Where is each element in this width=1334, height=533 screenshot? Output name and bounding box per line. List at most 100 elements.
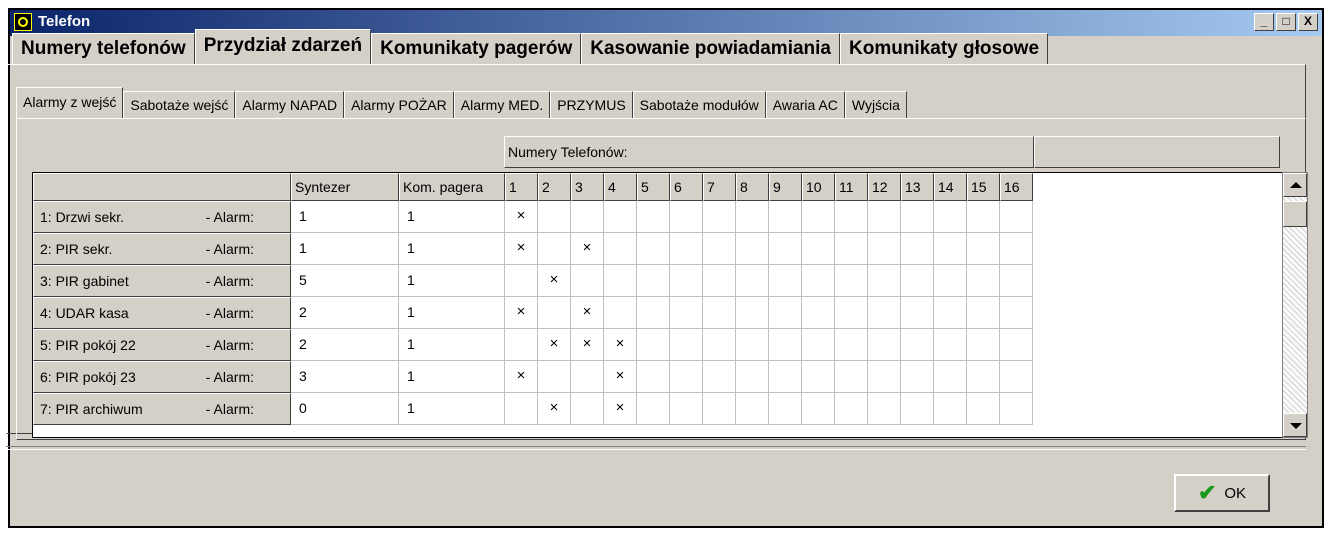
cell-phone-9[interactable] [769,329,802,361]
cell-phone-11[interactable] [835,201,868,233]
cell-phone-7[interactable] [703,329,736,361]
events-grid[interactable]: Syntezer Kom. pagera 1 2 3 4 5 6 7 8 9 10 11 12 13 14 15… [32,172,1284,438]
tab-alarmy-pozar[interactable]: Alarmy POŻAR [344,91,454,118]
cell-phone-11[interactable] [835,265,868,297]
cell-phone-5[interactable] [637,233,670,265]
cell-phone-10[interactable] [802,265,835,297]
cell-phone-11[interactable] [835,393,868,425]
cell-phone-9[interactable] [769,265,802,297]
cell-syntezer[interactable]: 2 [291,297,399,329]
cell-phone-14[interactable] [934,361,967,393]
scroll-up-button[interactable] [1283,173,1307,197]
cell-phone-2[interactable] [538,361,571,393]
cell-phone-4[interactable] [604,201,637,233]
cell-phone-1[interactable] [505,329,538,361]
cell-pager[interactable]: 1 [399,297,505,329]
cell-phone-6[interactable] [670,361,703,393]
cell-phone-12[interactable] [868,297,901,329]
cell-phone-10[interactable] [802,201,835,233]
cell-syntezer[interactable]: 3 [291,361,399,393]
cell-phone-1[interactable] [505,393,538,425]
cell-phone-10[interactable] [802,393,835,425]
cell-phone-14[interactable] [934,329,967,361]
cell-phone-12[interactable] [868,233,901,265]
cell-pager[interactable]: 1 [399,233,505,265]
cell-phone-8[interactable] [736,329,769,361]
cell-phone-8[interactable] [736,233,769,265]
cell-phone-13[interactable] [901,361,934,393]
cell-phone-8[interactable] [736,361,769,393]
cell-syntezer[interactable]: 5 [291,265,399,297]
cell-phone-7[interactable] [703,297,736,329]
cell-phone-4[interactable] [604,233,637,265]
cell-phone-8[interactable] [736,297,769,329]
cell-phone-12[interactable] [868,201,901,233]
cell-phone-5[interactable] [637,329,670,361]
cell-phone-13[interactable] [901,297,934,329]
cell-phone-15[interactable] [967,265,1000,297]
cell-syntezer[interactable]: 2 [291,329,399,361]
cell-phone-16[interactable] [1000,361,1033,393]
cell-pager[interactable]: 1 [399,329,505,361]
maximize-button[interactable]: □ [1276,13,1296,31]
tab-wyjscia[interactable]: Wyjścia [844,91,907,118]
cell-phone-8[interactable] [736,265,769,297]
cell-phone-1[interactable]: × [505,201,538,233]
cell-phone-16[interactable] [1000,297,1033,329]
tab-przymus[interactable]: PRZYMUS [550,91,633,118]
cell-phone-1[interactable]: × [505,297,538,329]
cell-phone-14[interactable] [934,265,967,297]
cell-phone-3[interactable]: × [571,297,604,329]
cell-phone-3[interactable] [571,265,604,297]
close-button[interactable]: X [1298,13,1318,31]
cell-phone-9[interactable] [769,393,802,425]
cell-phone-16[interactable] [1000,329,1033,361]
cell-pager[interactable]: 1 [399,265,505,297]
tab-komunikaty-pagerow[interactable]: Komunikaty pagerów [371,33,582,64]
cell-phone-1[interactable]: × [505,361,538,393]
cell-phone-1[interactable] [505,265,538,297]
cell-phone-4[interactable]: × [604,329,637,361]
cell-phone-2[interactable] [538,297,571,329]
cell-syntezer[interactable]: 1 [291,233,399,265]
cell-phone-2[interactable] [538,233,571,265]
cell-pager[interactable]: 1 [399,201,505,233]
cell-phone-4[interactable] [604,297,637,329]
cell-phone-6[interactable] [670,393,703,425]
cell-phone-8[interactable] [736,201,769,233]
tab-alarmy-z-wejsc[interactable]: Alarmy z wejść [16,87,124,118]
cell-phone-14[interactable] [934,233,967,265]
scroll-thumb[interactable] [1283,201,1307,227]
cell-phone-10[interactable] [802,233,835,265]
cell-phone-9[interactable] [769,233,802,265]
cell-phone-11[interactable] [835,361,868,393]
cell-phone-3[interactable] [571,201,604,233]
cell-phone-9[interactable] [769,297,802,329]
cell-phone-8[interactable] [736,393,769,425]
cell-phone-11[interactable] [835,297,868,329]
cell-syntezer[interactable]: 0 [291,393,399,425]
tab-alarmy-napad[interactable]: Alarmy NAPAD [235,91,345,118]
cell-phone-7[interactable] [703,361,736,393]
cell-phone-15[interactable] [967,233,1000,265]
tab-przydzial-zdarzen[interactable]: Przydział zdarzeń [194,29,372,64]
cell-phone-13[interactable] [901,233,934,265]
cell-phone-7[interactable] [703,265,736,297]
cell-phone-11[interactable] [835,329,868,361]
cell-phone-7[interactable] [703,201,736,233]
cell-phone-10[interactable] [802,329,835,361]
tab-sabotaze-modulow[interactable]: Sabotaże modułów [632,91,766,118]
tab-awaria-ac[interactable]: Awaria AC [765,91,845,118]
cell-phone-15[interactable] [967,393,1000,425]
cell-phone-3[interactable] [571,393,604,425]
cell-phone-5[interactable] [637,297,670,329]
cell-phone-5[interactable] [637,393,670,425]
cell-phone-12[interactable] [868,361,901,393]
cell-phone-12[interactable] [868,393,901,425]
cell-phone-16[interactable] [1000,201,1033,233]
cell-phone-15[interactable] [967,201,1000,233]
cell-phone-6[interactable] [670,265,703,297]
cell-phone-5[interactable] [637,201,670,233]
cell-phone-3[interactable]: × [571,329,604,361]
cell-phone-7[interactable] [703,233,736,265]
